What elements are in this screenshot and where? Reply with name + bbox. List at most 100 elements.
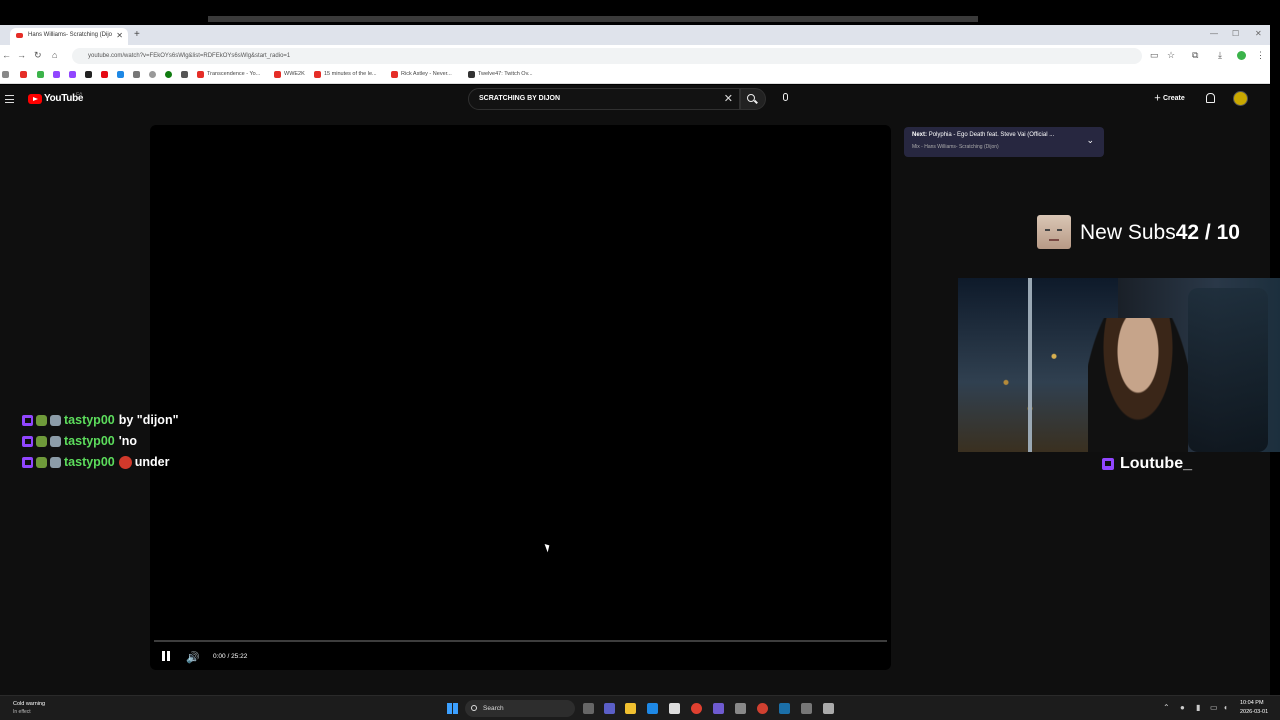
speaker-icon[interactable]: ◖ (1223, 703, 1228, 712)
bookmark-label[interactable]: Rick Astley - Never... (401, 71, 452, 77)
bookmark-circle-icon[interactable] (149, 71, 156, 78)
hamburger-menu-icon[interactable] (5, 95, 14, 103)
minimize-icon[interactable]: — (1210, 29, 1218, 38)
subs-goal: New Subs42 / 10 (1080, 221, 1240, 245)
network-icon[interactable]: ▭ (1210, 703, 1218, 712)
profile-icon[interactable] (1237, 51, 1246, 60)
tray-chevron-icon[interactable]: ⌃ (1163, 703, 1170, 712)
windows-start-icon[interactable] (447, 703, 458, 714)
clear-search-icon[interactable]: ✕ (724, 92, 733, 105)
apps-icon[interactable] (2, 71, 9, 78)
home-icon[interactable]: ⌂ (52, 50, 57, 60)
bookmark-x-icon[interactable] (85, 71, 92, 78)
twitch-icon (1102, 457, 1114, 470)
twitch-icon (22, 457, 33, 469)
close-tab-icon[interactable]: ✕ (116, 31, 123, 40)
bookmark-wwe-icon[interactable] (274, 71, 281, 78)
extensions-icon[interactable]: ⧉ (1192, 50, 1198, 61)
bookmark-label[interactable]: Twelve47: Twitch Ov... (478, 71, 533, 77)
progress-bar[interactable] (154, 640, 887, 642)
youtube-logo-icon[interactable] (28, 94, 42, 104)
maximize-icon[interactable]: ☐ (1232, 29, 1239, 38)
bookmark-label[interactable]: 15 minutes of the le... (324, 71, 377, 77)
taskbar-search[interactable]: Search (465, 700, 575, 717)
obs-icon[interactable] (713, 703, 724, 714)
bookmark-yt4-icon[interactable] (391, 71, 398, 78)
chrome-icon[interactable] (691, 703, 702, 714)
new-tab-icon[interactable]: + (134, 29, 140, 40)
calculator-icon[interactable] (735, 703, 746, 714)
file-explorer-icon[interactable] (625, 703, 636, 714)
pause-icon[interactable] (162, 651, 170, 661)
bookmark-yt3-icon[interactable] (314, 71, 321, 78)
reload-icon[interactable]: ↻ (34, 50, 42, 61)
bookmark-youtube-icon[interactable] (20, 71, 27, 78)
cast-icon[interactable]: ▭ (1150, 50, 1159, 61)
region-code: CA (76, 91, 83, 96)
weather-title[interactable]: Cold warning (13, 701, 45, 707)
bookmark-twitch-icon[interactable] (53, 71, 60, 78)
bookmark-star-icon[interactable]: ☆ (1167, 50, 1175, 61)
bookmark-label[interactable]: WWE2K (284, 71, 305, 77)
up-next-subtitle: Mix - Hans Williams- Scratching (Dijon) (912, 144, 999, 150)
gift-badge-icon (50, 415, 61, 427)
search-icon (471, 705, 477, 711)
app-gray-icon[interactable] (801, 703, 812, 714)
bookmark-blue-icon[interactable] (117, 71, 124, 78)
chat-text: under (134, 455, 170, 469)
download-icon[interactable]: ⤓ (1218, 50, 1222, 61)
search-input[interactable]: SCRATCHING BY DIJON ✕ (468, 88, 740, 110)
steam-icon[interactable] (779, 703, 790, 714)
create-button[interactable]: ＋ Create (1154, 93, 1185, 103)
browser-tab[interactable]: Hans Williams- Scratching (Dijo ✕ (10, 28, 128, 45)
gift-badge-icon (50, 457, 61, 469)
twitch-icon (22, 436, 33, 448)
store-icon[interactable] (669, 703, 680, 714)
volume-icon[interactable]: 🔊 (186, 651, 200, 664)
taskbar-date[interactable]: 2026-03-01 (1240, 709, 1268, 715)
tray-app-icon[interactable]: ● (1180, 703, 1185, 712)
bookmark-twitch2-icon[interactable] (69, 71, 76, 78)
task-view-icon[interactable] (583, 703, 594, 714)
bookmark-label[interactable]: Transcendence - Yo... (207, 71, 260, 77)
taskbar-time[interactable]: 10:04 PM (1240, 700, 1264, 706)
bookmark-netflix-icon[interactable] (101, 71, 108, 78)
gift-badge-icon (50, 436, 61, 448)
search-icon[interactable] (747, 94, 755, 102)
microphone-icon[interactable] (783, 93, 788, 101)
app-cloud-icon[interactable] (823, 703, 834, 714)
tray-mic-icon[interactable]: ▮ (1196, 703, 1200, 712)
up-next-card[interactable]: Next: Polyphia - Ego Death feat. Steve V… (904, 127, 1104, 157)
window-frame (1028, 278, 1032, 452)
close-window-icon[interactable]: ✕ (1255, 29, 1262, 38)
youtube-header: YouTube CA SCRATCHING BY DIJON ✕ ＋ Creat… (0, 85, 1270, 115)
chat-username: tastyp00 (64, 455, 115, 469)
chat-message: tastyp00'no (22, 434, 179, 455)
chevron-down-icon[interactable]: ⌄ (1086, 135, 1094, 146)
edge-icon[interactable] (647, 703, 658, 714)
video-player[interactable]: 🔊 0:00 / 25:22 (150, 125, 891, 670)
notifications-bell-icon[interactable] (1206, 93, 1215, 103)
forward-icon[interactable]: → (17, 50, 26, 60)
badge-icon (36, 457, 47, 469)
avatar[interactable] (1233, 91, 1248, 106)
bookmark-kick-icon[interactable] (37, 71, 44, 78)
app-red-icon[interactable] (757, 703, 768, 714)
chat-message: tastyp00 by "dijon" (22, 413, 179, 434)
bookmark-twelve-icon[interactable] (468, 71, 475, 78)
back-icon[interactable]: ← (2, 50, 11, 60)
capture-bar (208, 16, 978, 22)
bookmark-shield-icon[interactable] (133, 71, 140, 78)
cam-name-label: Loutube_ (1102, 455, 1192, 473)
chat-message: tastyp00 under (22, 455, 179, 476)
cam-name: Loutube_ (1120, 455, 1192, 472)
chat-username: tastyp00 (64, 434, 115, 448)
bookmark-xbox-icon[interactable] (165, 71, 172, 78)
bookmark-grid-icon[interactable] (181, 71, 188, 78)
menu-dots-icon[interactable]: ⋮ (1256, 50, 1265, 61)
bookmark-yt2-icon[interactable] (197, 71, 204, 78)
url-field[interactable]: youtube.com/watch?v=FEkOYs6sWlg&list=RDF… (72, 48, 1142, 64)
teams-icon[interactable] (604, 703, 615, 714)
bookmarks-bar: Transcendence - Yo... WWE2K 15 minutes o… (0, 67, 1270, 84)
weather-subtitle[interactable]: In effect (13, 709, 31, 715)
